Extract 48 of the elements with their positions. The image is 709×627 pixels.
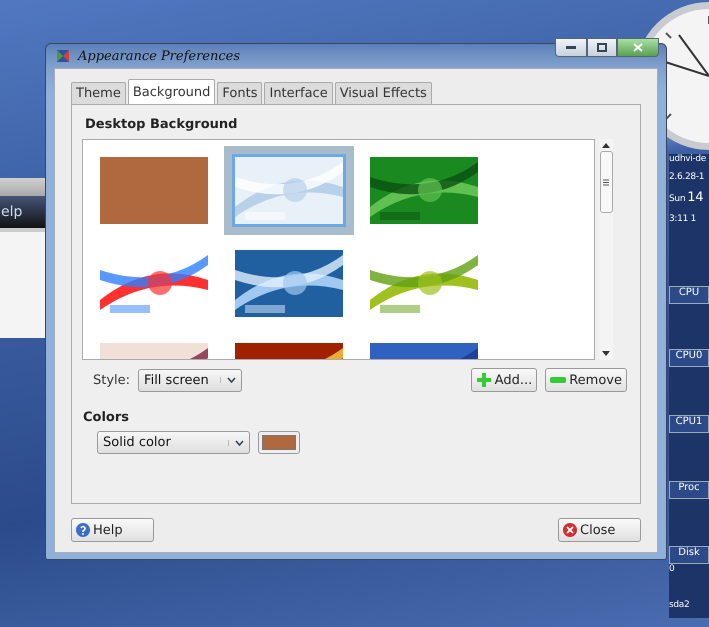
window-title: Appearance Preferences: [78, 48, 240, 64]
maximize-icon: [597, 43, 607, 52]
caret-icon: [226, 377, 236, 383]
monitor-text: 3:11 1: [669, 214, 697, 226]
remove-button[interactable]: Remove: [545, 368, 627, 392]
section-heading: Colors: [83, 410, 130, 425]
minus-icon: [550, 376, 566, 384]
color-button[interactable]: [258, 431, 300, 454]
plus-icon: [476, 372, 492, 388]
scroll-thumb[interactable]: [600, 151, 612, 213]
style-label: Style:: [93, 372, 130, 388]
monitor-text: 0: [669, 564, 676, 576]
app-icon: [56, 49, 70, 63]
monitor-text: 2.6.28-1: [669, 172, 706, 184]
minimize-button[interactable]: [555, 38, 587, 57]
grip-icon: [603, 178, 609, 186]
tab[interactable]: Interface: [264, 82, 333, 104]
tab[interactable]: Background: [128, 79, 216, 104]
monitor-text: sda2: [669, 600, 690, 612]
tab[interactable]: Visual Effects: [334, 82, 432, 104]
monitor-label: CPU1: [669, 415, 709, 433]
monitor-date: Sun 14: [669, 190, 704, 207]
monitor-label: Disk: [669, 546, 709, 564]
minimize-icon: [566, 46, 576, 49]
help-icon: [76, 523, 90, 537]
maximize-button[interactable]: [587, 38, 617, 57]
monitor-label: Proc: [669, 481, 709, 499]
color-mode-dropdown[interactable]: Solid color: [97, 431, 250, 454]
add-button[interactable]: Add...: [470, 368, 538, 392]
close-icon: [563, 523, 577, 537]
caret-icon: [234, 440, 244, 446]
close-icon: [633, 43, 643, 52]
window-edge: [0, 178, 45, 196]
section-heading: Desktop Background: [85, 117, 238, 132]
tab[interactable]: Theme: [71, 82, 126, 104]
help-button[interactable]: Help: [71, 518, 154, 542]
monitor-label: CPU0: [669, 349, 709, 367]
monitor-text: udhvi-de: [669, 154, 708, 166]
menu-item[interactable]: elp: [1, 204, 22, 220]
up-arrow-icon: [602, 143, 610, 148]
close-button[interactable]: [617, 38, 659, 57]
scrollbar[interactable]: [599, 139, 613, 360]
close-button[interactable]: Close: [558, 518, 641, 542]
down-arrow-icon: [602, 351, 610, 356]
tab[interactable]: Fonts: [217, 82, 262, 104]
color-thumbnail[interactable]: [100, 157, 208, 224]
monitor-label: CPU: [669, 286, 709, 304]
style-dropdown[interactable]: Fill screen: [138, 368, 242, 392]
